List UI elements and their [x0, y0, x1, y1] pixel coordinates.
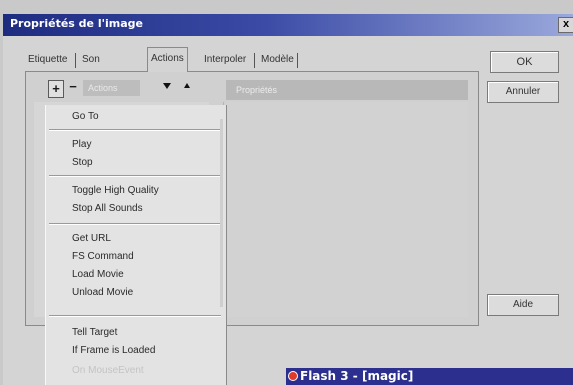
menu-item-get-url[interactable]: Get URL — [72, 233, 111, 244]
ok-button[interactable]: OK — [490, 51, 559, 73]
menu-separator — [49, 223, 221, 225]
tab-etiquette[interactable]: Etiquette — [25, 50, 70, 70]
menu-item-tell-target[interactable]: Tell Target — [72, 327, 117, 338]
menu-separator — [49, 315, 221, 317]
tab-actions[interactable]: Actions — [147, 47, 188, 72]
menu-item-play[interactable]: Play — [72, 139, 91, 150]
tab-separator — [254, 53, 255, 68]
menu-item-if-frame-is-loaded[interactable]: If Frame is Loaded — [72, 345, 155, 356]
tab-modele[interactable]: Modèle — [258, 50, 297, 70]
menu-item-stop[interactable]: Stop — [72, 157, 93, 168]
close-button[interactable]: x — [558, 17, 573, 33]
properties-header: Propriétés — [226, 80, 468, 100]
properties-area — [226, 102, 468, 317]
menu-item-toggle-high-quality[interactable]: Toggle High Quality — [72, 185, 159, 196]
menu-item-fs-command[interactable]: FS Command — [72, 251, 134, 262]
window-title: Propriétés de l'image — [10, 17, 143, 30]
move-down-icon[interactable] — [163, 83, 171, 89]
menu-separator — [49, 129, 221, 131]
menu-scrollbar[interactable] — [220, 119, 223, 307]
tab-separator — [297, 53, 298, 68]
actions-menu: Go To Play Stop Toggle High Quality Stop… — [45, 105, 227, 385]
tab-son[interactable]: Son — [79, 50, 103, 70]
menu-item-stop-all-sounds[interactable]: Stop All Sounds — [72, 203, 143, 214]
actions-field: Actions — [83, 80, 140, 96]
menu-item-load-movie[interactable]: Load Movie — [72, 269, 124, 280]
taskbar-label: Flash 3 - [magic] — [300, 369, 414, 383]
flash-app-icon — [288, 371, 298, 381]
taskbar-button[interactable]: Flash 3 - [magic] — [286, 368, 573, 385]
help-button[interactable]: Aide — [487, 294, 559, 316]
remove-action-button[interactable]: − — [67, 80, 79, 96]
menu-item-unload-movie[interactable]: Unload Movie — [72, 287, 133, 298]
menu-separator — [49, 175, 221, 177]
move-up-icon[interactable] — [184, 83, 190, 88]
cancel-button[interactable]: Annuler — [487, 81, 559, 103]
add-action-button[interactable]: + — [48, 80, 64, 98]
menu-item-go-to[interactable]: Go To — [72, 111, 99, 122]
title-bar[interactable]: Propriétés de l'image x — [3, 14, 573, 36]
tab-separator — [75, 53, 76, 68]
tab-interpoler[interactable]: Interpoler — [201, 50, 249, 70]
menu-item-on-mouse-event[interactable]: On MouseEvent — [72, 365, 144, 376]
